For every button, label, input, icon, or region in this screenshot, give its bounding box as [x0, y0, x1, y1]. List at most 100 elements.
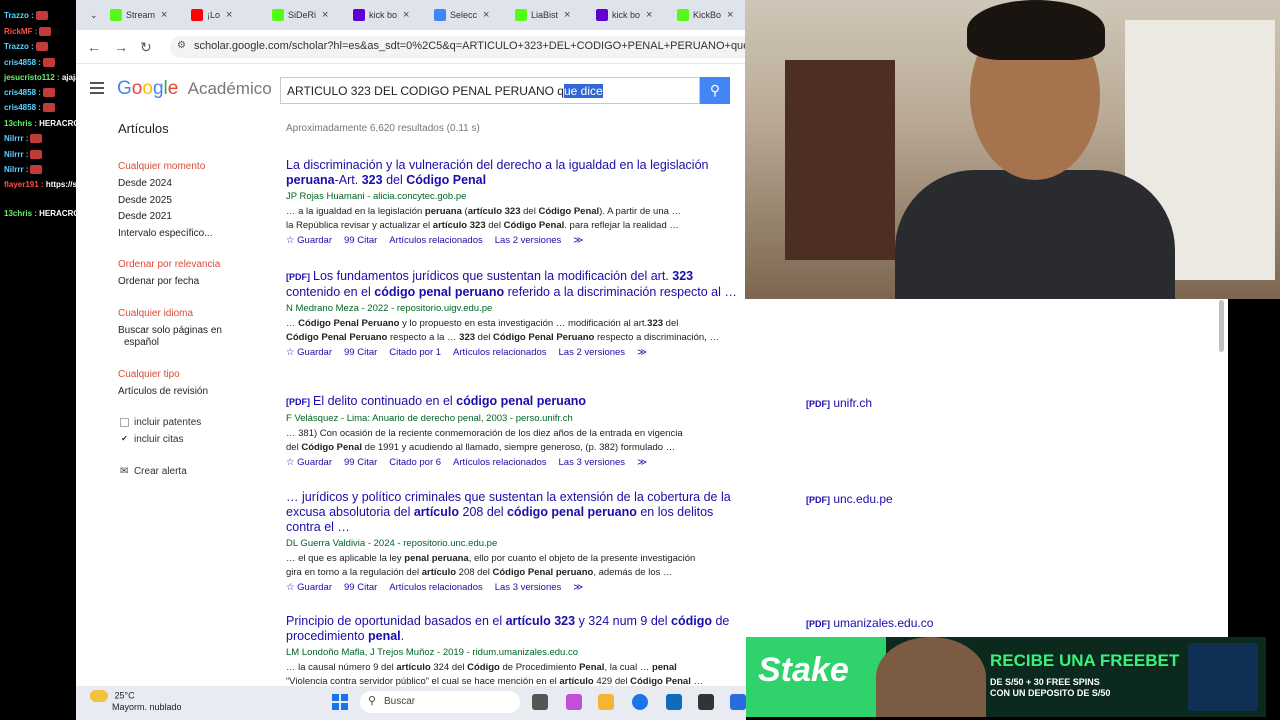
result-snippet: … a la igualdad en la legislación peruan…	[286, 206, 682, 231]
result-action-link[interactable]: 99 Citar	[344, 582, 377, 593]
result-title-link[interactable]: [PDF] El delito continuado en el código p…	[286, 394, 746, 410]
tab-list-button[interactable]: ⌄	[90, 4, 98, 26]
result-action-link[interactable]: Artículos relacionados	[453, 347, 546, 358]
close-tab-icon[interactable]: ×	[646, 9, 652, 21]
emote-icon	[30, 165, 43, 175]
site-info-icon[interactable]: ⚙	[177, 40, 186, 51]
result-action-link[interactable]: Artículos relacionados	[389, 582, 482, 593]
filter-any-type[interactable]: Cualquier tipo	[118, 369, 180, 380]
favicon-icon	[110, 9, 122, 21]
envelope-icon: ✉	[120, 466, 129, 477]
store-icon[interactable]	[666, 694, 682, 710]
result-pdf-link[interactable]: [PDF] umanizales.edu.co	[806, 616, 933, 630]
scholar-logo[interactable]: Google Académico	[117, 78, 272, 100]
browser-tab[interactable]: LiaBist ×	[515, 4, 570, 26]
vscode-icon[interactable]	[730, 694, 746, 710]
result-actions: ☆ Guardar 99 Citar Citado por 6 Artículos r…	[286, 457, 746, 468]
sort-relevance[interactable]: Ordenar por relevancia	[118, 259, 220, 270]
webcam-feed	[745, 0, 1280, 299]
filter-any-language[interactable]: Cualquier idioma	[118, 308, 193, 319]
chat-message: Trazzo :	[4, 42, 48, 52]
result-count: Aproximadamente 6,620 resultados (0.11 s…	[286, 123, 480, 134]
result-action-link[interactable]: ≫	[573, 582, 583, 593]
browser-tab[interactable]: Selecc ×	[434, 4, 489, 26]
result-action-link[interactable]: ☆ Guardar	[286, 582, 332, 593]
browser-tab[interactable]: KickBo ×	[677, 4, 733, 26]
close-tab-icon[interactable]: ×	[483, 9, 489, 21]
file-explorer-icon[interactable]	[598, 694, 614, 710]
filter-spanish[interactable]: Buscar solo páginas en	[118, 325, 222, 336]
result-action-link[interactable]: Citado por 6	[389, 457, 441, 468]
result-action-link[interactable]: Artículos relacionados	[389, 235, 482, 246]
result-title-link[interactable]: La discriminación y la vulneración del d…	[286, 158, 746, 188]
browser-tab[interactable]: Stream ×	[110, 4, 167, 26]
filter-any-time[interactable]: Cualquier momento	[118, 161, 205, 172]
emote-icon	[35, 42, 48, 52]
close-tab-icon[interactable]: ×	[727, 9, 733, 21]
forward-icon[interactable]: →	[114, 39, 128, 55]
filter-review-articles[interactable]: Artículos de revisión	[118, 386, 208, 397]
start-button[interactable]	[332, 694, 348, 710]
close-tab-icon[interactable]: ×	[322, 9, 328, 21]
result-action-link[interactable]: ☆ Guardar	[286, 347, 332, 358]
sort-date[interactable]: Ordenar por fecha	[118, 276, 199, 287]
result-actions: ☆ Guardar 99 Citar Artículos relacionados L…	[286, 582, 746, 593]
result-action-link[interactable]: ☆ Guardar	[286, 457, 332, 468]
result-action-link[interactable]: ☆ Guardar	[286, 235, 332, 246]
result-action-link[interactable]: Las 3 versiones	[559, 457, 626, 468]
filter-custom-range[interactable]: Intervalo específico...	[118, 228, 213, 239]
close-tab-icon[interactable]: ×	[564, 9, 570, 21]
menu-icon[interactable]	[90, 82, 104, 97]
search-input[interactable]: ARTICULO 323 DEL CODIGO PENAL PERUANO qu…	[280, 77, 700, 104]
emote-icon	[35, 11, 48, 21]
include-citations-checkbox[interactable]: ✔ incluir citas	[120, 434, 183, 445]
filter-spanish-line2[interactable]: español	[124, 337, 159, 348]
close-tab-icon[interactable]: ×	[403, 9, 409, 21]
filter-since-2021[interactable]: Desde 2021	[118, 211, 172, 222]
app-icon[interactable]	[698, 694, 714, 710]
browser-tab[interactable]: SiDeRi ×	[272, 4, 328, 26]
result-action-link[interactable]: 99 Citar	[344, 235, 377, 246]
taskbar-search[interactable]: ⚲ Buscar	[360, 691, 520, 713]
ad-subtext: DE S/50 + 30 FREE SPINS CON UN DEPOSITO D…	[990, 677, 1111, 698]
filter-since-2024[interactable]: Desde 2024	[118, 178, 172, 189]
browser-tab[interactable]: kick bo ×	[353, 4, 409, 26]
result-action-link[interactable]: Citado por 1	[389, 347, 441, 358]
search-query-selection: ue dice	[563, 84, 603, 98]
back-icon[interactable]: ←	[87, 39, 101, 55]
edge-icon[interactable]	[632, 694, 648, 710]
browser-tab[interactable]: ¡Lo ×	[191, 4, 232, 26]
result-authors: LM Londoño Mafla, J Trejos Muñoz - 2019 …	[286, 647, 579, 658]
result-actions: ☆ Guardar 99 Citar Citado por 1 Artículos r…	[286, 347, 746, 358]
result-title-link[interactable]: Principio de oportunidad basados en el a…	[286, 614, 746, 644]
result-pdf-link[interactable]: [PDF] unc.edu.pe	[806, 492, 893, 506]
favicon-icon	[191, 9, 203, 21]
result-action-link[interactable]: ≫	[637, 347, 647, 358]
result-title-link[interactable]: … jurídicos y político criminales que su…	[286, 490, 746, 535]
search-result: [PDF] El delito continuado en el código p…	[286, 394, 746, 468]
stake-ad-banner[interactable]: Stake RECIBE UNA FREEBET DE S/50 + 30 FR…	[746, 637, 1266, 717]
close-tab-icon[interactable]: ×	[161, 9, 167, 21]
weather-widget[interactable]: 25°C Mayorm. nublado	[90, 690, 182, 712]
reload-icon[interactable]: ↻	[140, 39, 152, 56]
result-title-link[interactable]: [PDF] Los fundamentos jurídicos que suste…	[286, 269, 746, 300]
task-view-icon[interactable]	[532, 694, 548, 710]
create-alert-button[interactable]: ✉ Crear alerta	[120, 466, 187, 477]
copilot-icon[interactable]	[566, 694, 582, 710]
result-action-link[interactable]: Las 2 versiones	[495, 235, 562, 246]
result-action-link[interactable]: ≫	[573, 235, 583, 246]
result-pdf-link[interactable]: [PDF] unifr.ch	[806, 396, 872, 410]
filter-since-2025[interactable]: Desde 2025	[118, 195, 172, 206]
result-action-link[interactable]: Artículos relacionados	[453, 457, 546, 468]
chat-message: Nilrrr :	[4, 150, 43, 160]
result-action-link[interactable]: ≫	[637, 457, 647, 468]
browser-tab[interactable]: kick bo ×	[596, 4, 652, 26]
include-patents-checkbox[interactable]: incluir patentes	[120, 417, 201, 428]
search-button[interactable]: ⚲	[700, 77, 730, 104]
result-action-link[interactable]: 99 Citar	[344, 457, 377, 468]
close-tab-icon[interactable]: ×	[226, 9, 232, 21]
scrollbar-thumb[interactable]	[1219, 300, 1224, 352]
result-action-link[interactable]: Las 3 versiones	[495, 582, 562, 593]
result-action-link[interactable]: Las 2 versiones	[559, 347, 626, 358]
result-action-link[interactable]: 99 Citar	[344, 347, 377, 358]
